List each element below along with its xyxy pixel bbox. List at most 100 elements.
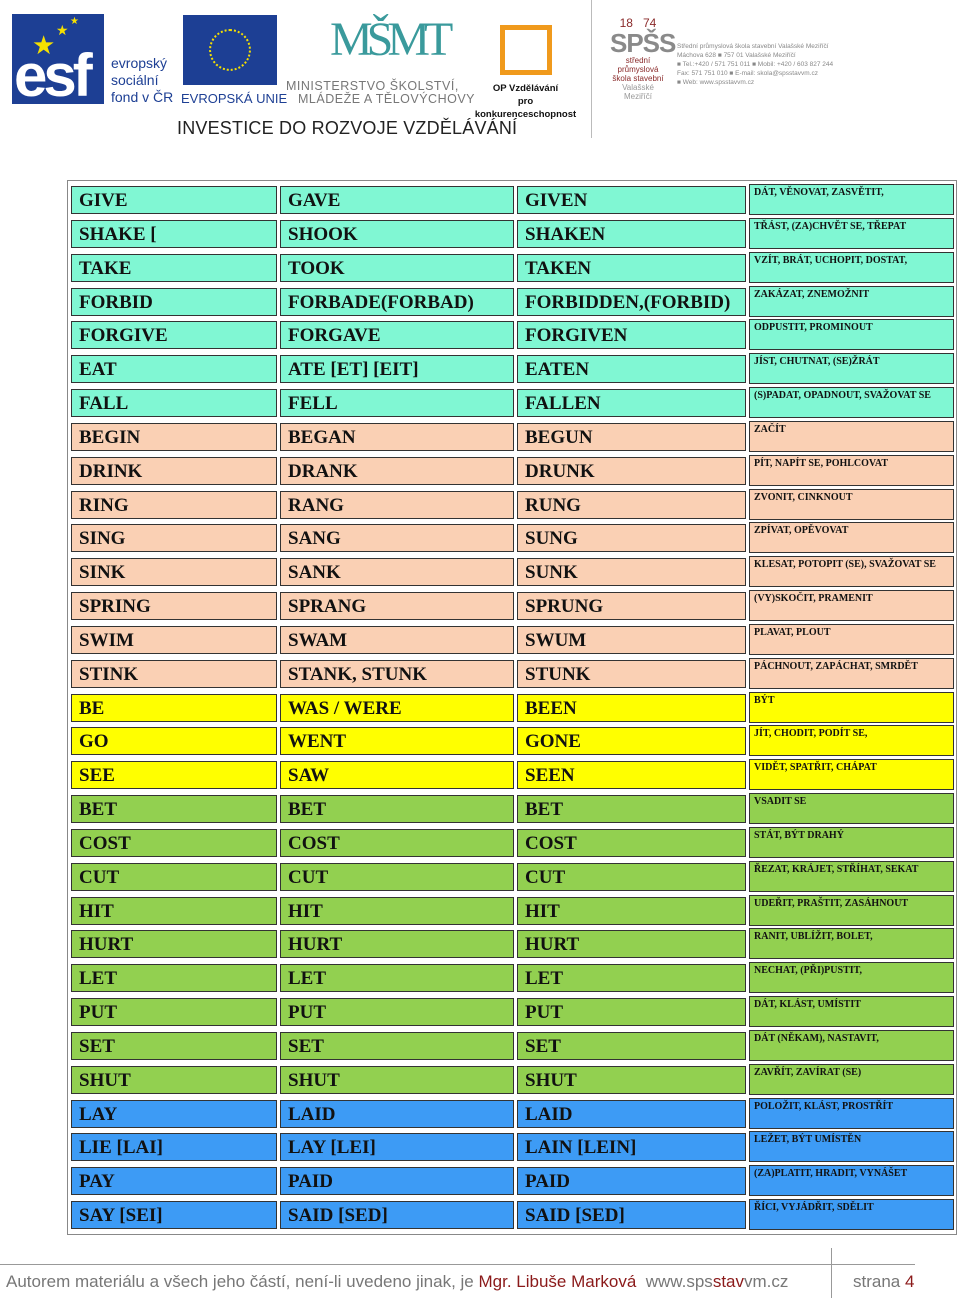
school-info-line: Fax: 571 751 010 ■ E-mail: skola@spsstav… [677, 70, 818, 77]
table-row: HURT HURT HURT RANIT, UBLÍŽIT, BOLET, [68, 927, 958, 961]
table-row: HIT HIT HIT UDEŘIT, PRAŠTIT, ZASÁHNOUT [68, 894, 958, 928]
table-row: FALL FELL FALLEN (S)PADAT, OPADNOUT, SVAŽOV… [68, 386, 958, 420]
header: ★ ★ ★ esf evropský sociální fond v ČR EV… [0, 0, 960, 150]
meaning-cell: ŘÍCI, VYJÁDŘIT, SDĚLIT [749, 1199, 954, 1231]
page-number-value: 4 [904, 1272, 915, 1291]
past-simple-cell: FORBADE(FORBAD) [280, 287, 514, 316]
table-row: LAY LAID LAID POLOŽIT, KLÁST, PROSTŘÍT [68, 1097, 958, 1131]
past-participle-cell: SUNK [517, 558, 746, 587]
msmt-logo: MŠMT [330, 13, 453, 66]
past-participle-cell: SPRUNG [517, 592, 746, 621]
table-row: BET BET BET VSADIT SE [68, 792, 958, 826]
past-participle-cell: BEGUN [517, 422, 746, 451]
eu-stars-icon [209, 29, 251, 71]
footer-divider [831, 1248, 832, 1298]
past-participle-cell: FALLEN [517, 389, 746, 418]
website-link[interactable]: vm.cz [744, 1272, 788, 1291]
eu-label: EVROPSKÁ UNIE [181, 91, 288, 106]
school-logo-line: střední průmyslová [617, 56, 659, 74]
past-participle-cell: FORGIVEN [517, 321, 746, 350]
meaning-cell: POLOŽIT, KLÁST, PROSTŘÍT [749, 1097, 954, 1129]
meaning-cell: UDEŘIT, PRAŠTIT, ZASÁHNOUT [749, 894, 954, 926]
meaning-cell: (ZA)PLATIT, HRADIT, VYNÁŠET [749, 1165, 954, 1197]
past-simple-cell: CUT [280, 862, 514, 891]
table-row: CUT CUT CUT ŘEZAT, KRÁJET, STŘÍHAT, SEKAT [68, 860, 958, 894]
table-row: SHUT SHUT SHUT ZAVŘÍT, ZAVÍRAT (SE) [68, 1063, 958, 1097]
msmt-label-line: MLÁDEŽE A TĚLOVÝCHOVY [298, 92, 475, 106]
table-row: RING RANG RUNG ZVONIT, CINKNOUT [68, 488, 958, 522]
meaning-cell: STÁT, BÝT DRAHÝ [749, 826, 954, 858]
past-participle-cell: CUT [517, 862, 746, 891]
past-participle-cell: SAID [SED] [517, 1201, 746, 1230]
past-simple-cell: SWAM [280, 625, 514, 654]
base-form-cell: LET [71, 964, 277, 993]
school-info-line: ■ Web: www.spsstavvm.cz [677, 79, 755, 86]
past-simple-cell: HIT [280, 896, 514, 925]
past-participle-cell: HIT [517, 896, 746, 925]
past-participle-cell: GIVEN [517, 186, 746, 214]
msmt-label: MINISTERSTVO ŠKOLSTVÍ, MLÁDEŽE A TĚLOVÝC… [286, 80, 475, 106]
base-form-cell: LAY [71, 1099, 277, 1128]
slogan: INVESTICE DO ROZVOJE VZDĚLÁVÁNÍ [177, 118, 518, 138]
table-row: BEGIN BEGAN BEGUN ZAČÍT [68, 420, 958, 454]
table-row: SING SANG SUNG ZPÍVAT, OPĚVOVAT [68, 521, 958, 555]
base-form-cell: PAY [71, 1167, 277, 1196]
past-simple-cell: WAS / WERE [280, 693, 514, 722]
op-logo [500, 25, 552, 75]
past-simple-cell: SHUT [280, 1065, 514, 1094]
table-row: SAY [SEI] SAID [SED] SAID [SED] ŘÍCI, VYJÁD… [68, 1198, 958, 1232]
past-participle-cell: FORBIDDEN,(FORBID) [517, 287, 746, 316]
meaning-cell: LEŽET, BÝT UMÍSTĚN [749, 1131, 954, 1163]
website-link[interactable]: www.sps [636, 1272, 713, 1291]
school-logo-line: Valašské Meziříčí [622, 83, 654, 101]
table-row: SHAKE [SHOOK SHAKEN TŘÁST, (ZA)CHVĚT SE, T… [68, 217, 958, 251]
meaning-cell: ZAČÍT [749, 420, 954, 452]
meaning-cell: VSADIT SE [749, 793, 954, 825]
base-form-cell: FALL [71, 389, 277, 418]
base-form-cell: SING [71, 524, 277, 553]
past-simple-cell: SET [280, 1031, 514, 1060]
base-form-cell: HIT [71, 896, 277, 925]
base-form-cell: BET [71, 795, 277, 824]
past-participle-cell: SHAKEN [517, 219, 746, 248]
esf-logo: ★ ★ ★ esf [12, 14, 104, 109]
table-row: LIE [LAI] LAY [LEI] LAIN [LEIN] LEŽET, BÝT … [68, 1130, 958, 1164]
table-row: EAT ATE [ET] [EIT] EATEN JÍST, CHUTNAT, (SE… [68, 352, 958, 386]
meaning-cell: JÍT, CHODIT, PODÍT SE, [749, 725, 954, 757]
past-participle-cell: PUT [517, 998, 746, 1027]
table-row: GIVE GAVE GIVEN DÁT, VĚNOVAT, ZASVĚTIT, [68, 183, 958, 217]
meaning-cell: (S)PADAT, OPADNOUT, SVAŽOVAT SE [749, 387, 954, 419]
school-info-line: Máchova 628 ■ 757 01 Valašské Meziříčí [677, 52, 796, 59]
past-simple-cell: PUT [280, 998, 514, 1027]
school-abbr: SPŠS [610, 28, 676, 58]
meaning-cell: NECHAT, (PŘI)PUSTIT, [749, 962, 954, 994]
table-row: PUT PUT PUT DÁT, KLÁST, UMÍSTIT [68, 995, 958, 1029]
base-form-cell: COST [71, 828, 277, 857]
school-logo: 18 74 SPŠS střední průmyslová škola stav… [610, 16, 676, 104]
past-participle-cell: LAIN [LEIN] [517, 1133, 746, 1162]
esf-label: evropský sociální fond v ČR [111, 55, 173, 106]
footer-divider [0, 1264, 915, 1265]
table-row: BE WAS / WERE BEEN BÝT [68, 691, 958, 725]
meaning-cell: PÍT, NAPÍT SE, POHLCOVAT [749, 454, 954, 486]
meaning-cell: ZAVŘÍT, ZAVÍRAT (SE) [749, 1063, 954, 1095]
base-form-cell: SAY [SEI] [71, 1201, 277, 1230]
base-form-cell: RING [71, 490, 277, 519]
website-link[interactable]: stav [713, 1272, 744, 1291]
past-participle-cell: GONE [517, 727, 746, 756]
base-form-cell: BE [71, 693, 277, 722]
meaning-cell: DÁT (NĚKAM), NASTAVIT, [749, 1029, 954, 1061]
base-form-cell: PUT [71, 998, 277, 1027]
meaning-cell: VIDĚT, SPATŘIT, CHÁPAT [749, 759, 954, 791]
base-form-cell: SINK [71, 558, 277, 587]
past-participle-cell: DRUNK [517, 456, 746, 485]
past-participle-cell: TAKEN [517, 253, 746, 282]
base-form-cell: SEE [71, 761, 277, 790]
table-row: SET SET SET DÁT (NĚKAM), NASTAVIT, [68, 1029, 958, 1063]
meaning-cell: ZVONIT, CINKNOUT [749, 488, 954, 520]
meaning-cell: ZAKÁZAT, ZNEMOŽNIT [749, 285, 954, 317]
past-participle-cell: BET [517, 795, 746, 824]
base-form-cell: FORBID [71, 287, 277, 316]
past-participle-cell: RUNG [517, 490, 746, 519]
base-form-cell: SHUT [71, 1065, 277, 1094]
